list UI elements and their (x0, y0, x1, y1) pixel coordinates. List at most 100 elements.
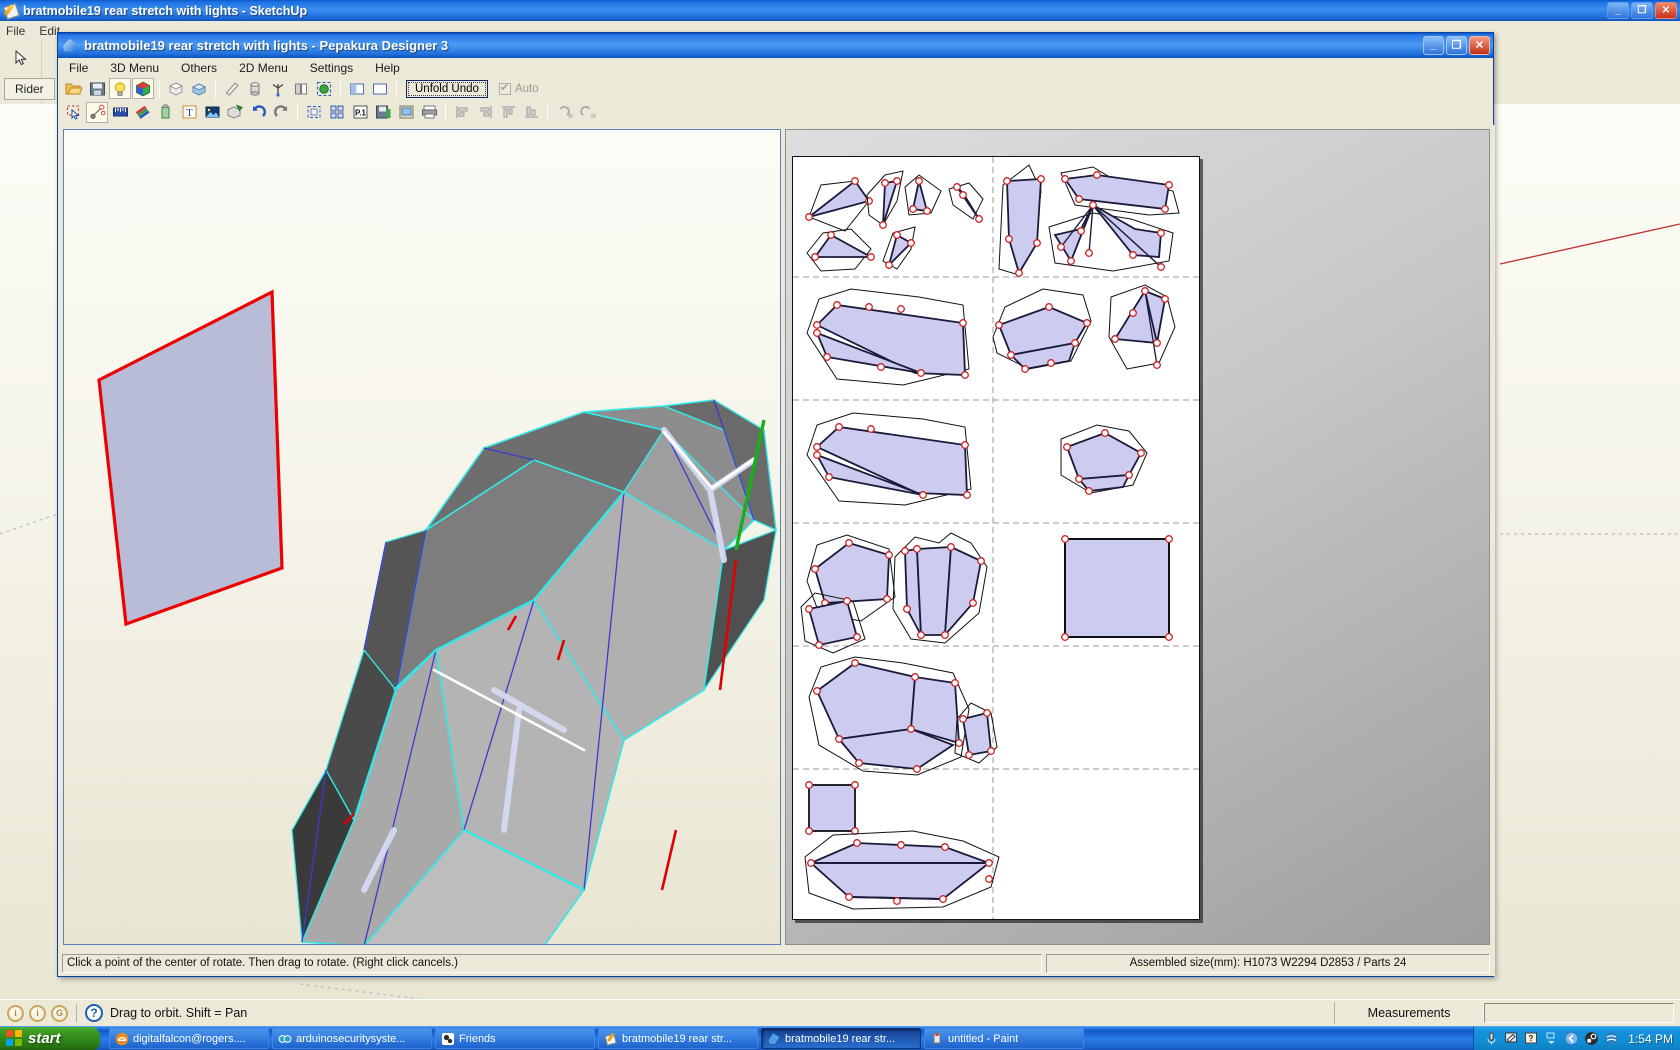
pepakura-body (58, 125, 1495, 950)
select-arrow-tool[interactable] (8, 45, 34, 71)
pepakura-menubar[interactable]: File 3D Menu Others 2D Menu Settings Hel… (58, 58, 1493, 77)
expand-icon[interactable] (1544, 1031, 1559, 1046)
image-icon[interactable] (201, 102, 223, 123)
unfold-icon[interactable] (224, 102, 246, 123)
3d-model-render (97, 289, 777, 944)
texture-cube-icon[interactable] (132, 78, 154, 99)
pepakura-3d-viewport[interactable] (63, 129, 781, 945)
person-icon[interactable]: i (29, 1004, 46, 1022)
taskbar-label: bratmobile19 rear str... (785, 1032, 896, 1045)
toolbar-separator (547, 103, 548, 121)
sketchup-window-controls[interactable]: _ ❐ ✕ (1607, 2, 1677, 19)
export-image-icon[interactable] (395, 102, 417, 123)
sketchup-maximize-button[interactable]: ❐ (1631, 2, 1653, 19)
save-pattern-icon[interactable] (372, 102, 394, 123)
taskbar-item-mail[interactable]: digitalfalcon@rogers.... (109, 1028, 269, 1049)
select-all-icon[interactable] (303, 102, 325, 123)
split-vertical-icon[interactable] (369, 78, 391, 99)
glue-tab-icon[interactable] (155, 102, 177, 123)
align-bottom-icon[interactable] (520, 102, 542, 123)
checkbox-box[interactable] (498, 81, 511, 95)
menu-file[interactable]: File (66, 60, 91, 76)
paint-flaps-icon[interactable] (132, 102, 154, 123)
ruler-icon[interactable] (109, 102, 131, 123)
pen-icon[interactable] (1504, 1031, 1519, 1046)
sketchup-scene-tab[interactable]: Rider (4, 78, 55, 100)
pepakura-window: bratmobile19 rear stretch with lights - … (57, 32, 1495, 977)
taskbar-items[interactable]: digitalfalcon@rogers.... arduinosecurity… (109, 1028, 1084, 1049)
mic-icon[interactable] (1484, 1031, 1499, 1046)
menu-2d[interactable]: 2D Menu (236, 60, 291, 76)
help-icon[interactable]: ? (1524, 1031, 1539, 1046)
steam-icon[interactable] (1584, 1031, 1599, 1046)
auto-checkbox[interactable]: Auto (498, 81, 539, 95)
rotate-right-icon[interactable] (270, 102, 292, 123)
minimize-icon: _ (1615, 4, 1621, 16)
person-icon[interactable]: i (7, 1004, 24, 1022)
add-text-icon[interactable]: T (178, 102, 200, 123)
align-right-icon[interactable] (474, 102, 496, 123)
align-left-icon[interactable] (451, 102, 473, 123)
minimize-icon: _ (1430, 39, 1437, 51)
split-horizontal-icon[interactable] (346, 78, 368, 99)
sketchup-menu-file[interactable]: File (6, 24, 25, 38)
edge-connect-icon[interactable] (86, 101, 108, 123)
taskbar-item-pepakura[interactable]: bratmobile19 rear str... (761, 1028, 921, 1049)
shield-icon[interactable] (1564, 1031, 1579, 1046)
pepakura-2d-viewport[interactable] (785, 129, 1490, 945)
system-tray[interactable]: ? 1:54 PM (1473, 1026, 1680, 1050)
unfold-paper-sheet[interactable] (792, 156, 1200, 920)
flat-shade-icon[interactable] (165, 78, 187, 99)
sketchup-status-icons[interactable]: i i G (0, 1004, 68, 1022)
sketchup-statusbar: i i G ? Drag to orbit. Shift = Pan Measu… (0, 999, 1680, 1026)
pepakura-minimize-button[interactable]: _ (1423, 36, 1444, 55)
align-top-icon[interactable] (497, 102, 519, 123)
axis-icon[interactable] (267, 78, 289, 99)
pepakura-maximize-button[interactable]: ❐ (1446, 36, 1467, 55)
taskbar-item-friends[interactable]: Friends (435, 1028, 595, 1049)
menu-settings[interactable]: Settings (307, 60, 356, 76)
start-label: start (28, 1030, 61, 1047)
sketchup-title: bratmobile19 rear stretch with lights - … (23, 3, 308, 18)
taskbar-item-paint[interactable]: untitled - Paint (924, 1028, 1084, 1049)
select-tool-icon[interactable] (63, 102, 85, 123)
flip-face-icon[interactable] (290, 78, 312, 99)
arrange-parts-icon[interactable] (326, 102, 348, 123)
cylinder-icon[interactable] (244, 78, 266, 99)
sketchup-minimize-button[interactable]: _ (1607, 2, 1629, 19)
unfold-undo-button[interactable]: Unfold Undo (406, 79, 488, 98)
toolbar-separator (159, 79, 160, 98)
svg-text:P.1: P.1 (355, 109, 367, 118)
sketchup-titlebar: bratmobile19 rear stretch with lights - … (0, 0, 1680, 21)
pepakura-close-button[interactable]: ✕ (1469, 36, 1490, 55)
browser-icon (278, 1034, 292, 1043)
rotate-90-cw-icon[interactable]: 90 (576, 102, 598, 123)
sketchup-close-button[interactable]: ✕ (1655, 2, 1677, 19)
smooth-shade-icon[interactable] (188, 78, 210, 99)
help-icon[interactable]: ? (85, 1004, 103, 1022)
select-region-icon[interactable] (313, 78, 335, 99)
taskbar-item-browser[interactable]: arduinosecuritysyste... (272, 1028, 432, 1049)
toolbar-separator (215, 79, 216, 98)
taskbar-item-sketchup[interactable]: bratmobile19 rear str... (598, 1028, 758, 1049)
pepakura-toolbar-row1[interactable]: Unfold Undo Auto (58, 77, 1493, 100)
rotate-left-icon[interactable] (247, 102, 269, 123)
print-icon[interactable] (418, 102, 440, 123)
start-button[interactable]: start (0, 1026, 100, 1050)
menu-help[interactable]: Help (372, 60, 403, 76)
edge-eraser-icon[interactable] (221, 78, 243, 99)
light-bulb-icon[interactable] (109, 78, 131, 99)
rotate-90-ccw-icon[interactable]: 90 (553, 102, 575, 123)
measurements-input[interactable] (1484, 1003, 1674, 1023)
pepakura-toolbar-row2[interactable]: T P.1 9 9 (58, 100, 1493, 124)
selected-face (97, 289, 284, 627)
open-file-icon[interactable] (63, 78, 85, 99)
menu-3d[interactable]: 3D Menu (107, 60, 162, 76)
network-icon[interactable] (1604, 1031, 1619, 1046)
globe-icon[interactable]: G (51, 1004, 68, 1022)
page-setup-icon[interactable]: P.1 (349, 102, 371, 123)
menu-others[interactable]: Others (178, 60, 220, 76)
pepakura-window-controls[interactable]: _ ❐ ✕ (1423, 36, 1490, 55)
save-file-icon[interactable] (86, 78, 108, 99)
toolbar-separator (445, 103, 446, 121)
